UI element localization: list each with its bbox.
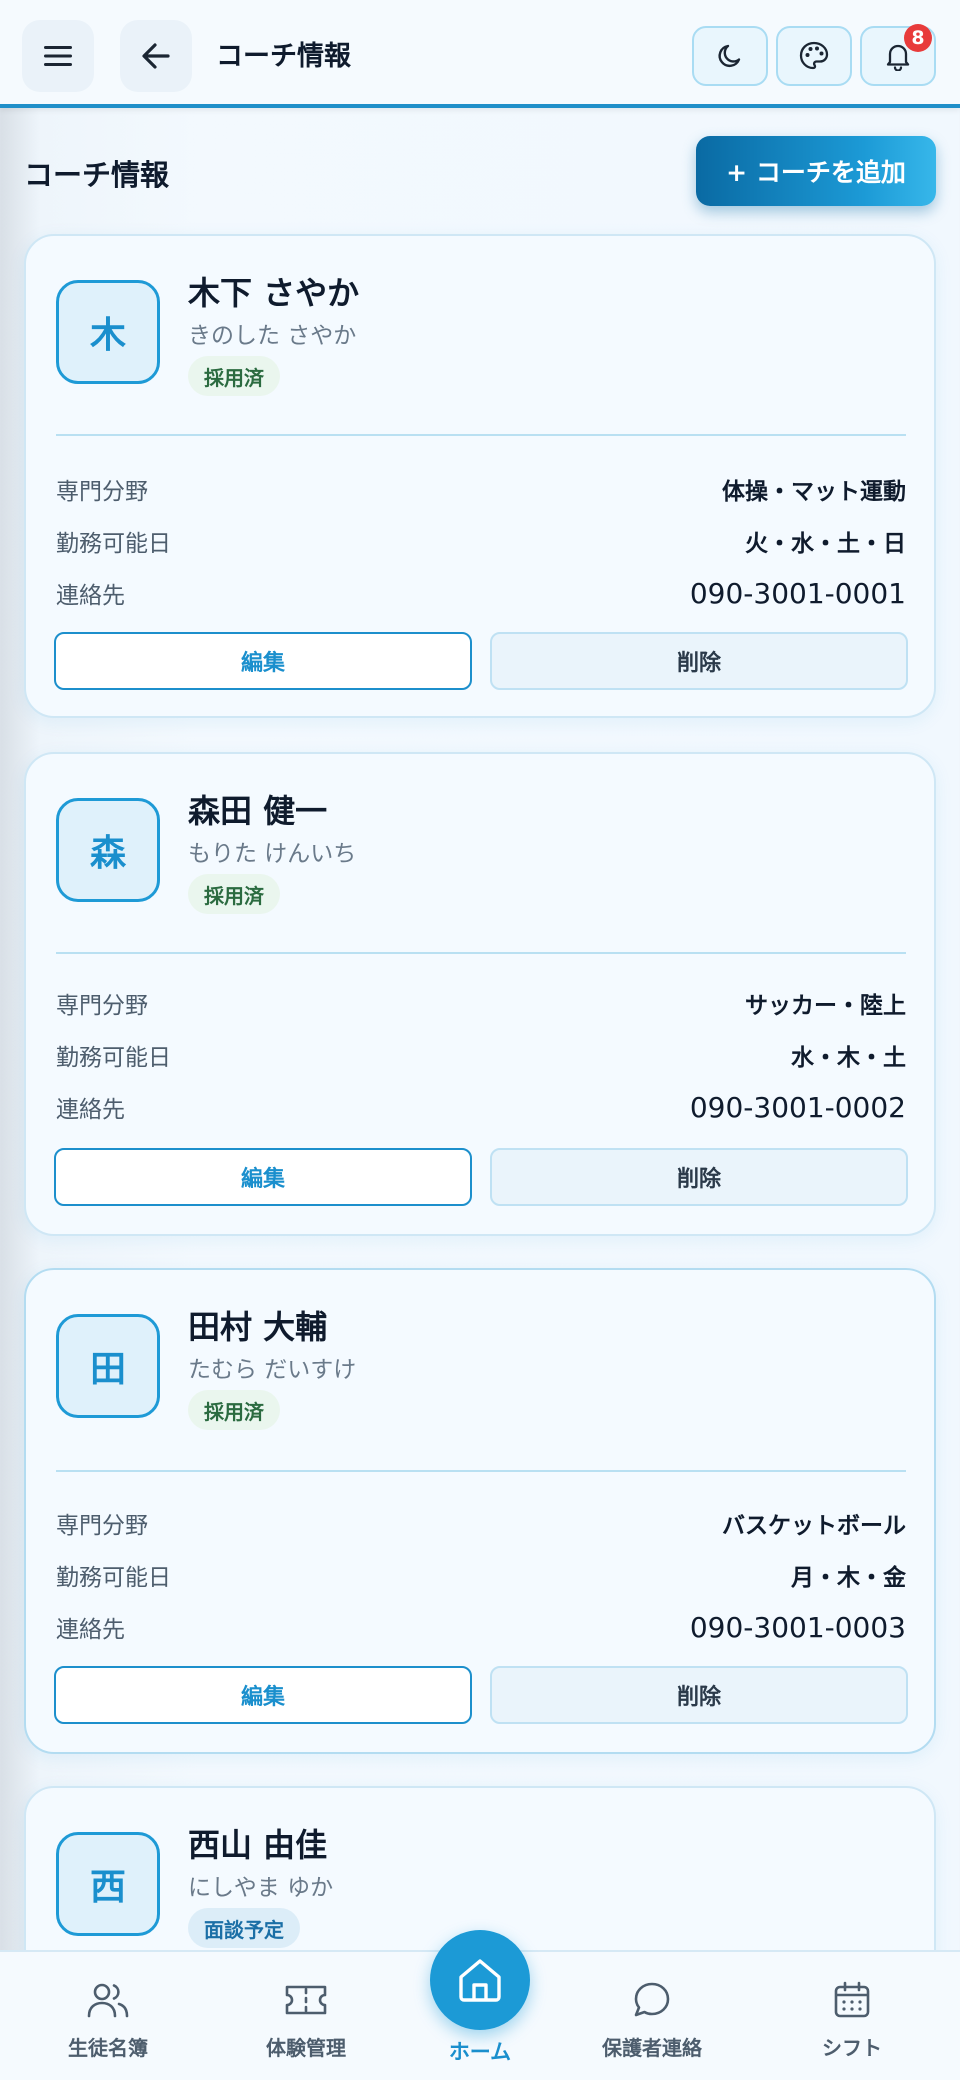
availability-label: 勤務可能日 <box>56 1045 171 1071</box>
nav-home[interactable] <box>430 1930 530 2030</box>
contact-row: 連絡先 090-3001-0001 <box>56 576 906 610</box>
status-badge: 面談予定 <box>188 1908 300 1948</box>
back-button[interactable] <box>120 20 192 92</box>
chat-bubble-icon <box>634 1982 670 2017</box>
ticket-icon <box>285 1985 327 2015</box>
status-badge: 採用済 <box>188 874 280 914</box>
coach-card: 木 木下 さやか きのした さやか 採用済 専門分野 体操・マット運動 勤務可能… <box>24 234 936 718</box>
specialty-row: 専門分野 サッカー・陸上 <box>56 986 906 1020</box>
availability-row: 勤務可能日 火・水・土・日 <box>56 524 906 558</box>
divider <box>56 434 906 436</box>
divider <box>56 1470 906 1472</box>
specialty-label: 専門分野 <box>56 993 148 1019</box>
contact-label: 連絡先 <box>56 583 125 609</box>
coach-card: 森 森田 健一 もりた けんいち 採用済 専門分野 サッカー・陸上 勤務可能日 … <box>24 752 936 1236</box>
edit-button[interactable]: 編集 <box>54 1666 472 1724</box>
coach-name: 西山 由佳 <box>188 1826 328 1864</box>
nav-label: シフト <box>822 2036 882 2060</box>
contact-row: 連絡先 090-3001-0002 <box>56 1090 906 1124</box>
nav-shift[interactable]: シフト <box>762 1952 942 2080</box>
nav-students[interactable]: 生徒名簿 <box>18 1952 198 2080</box>
specialty-row: 専門分野 体操・マット運動 <box>56 472 906 506</box>
page-title: コーチ情報 <box>24 158 170 192</box>
contact-label: 連絡先 <box>56 1097 125 1123</box>
header-title: コーチ情報 <box>216 41 351 72</box>
calendar-icon <box>834 1981 870 2018</box>
menu-button[interactable] <box>22 20 94 92</box>
specialty-label: 専門分野 <box>56 1513 148 1539</box>
availability-value: 水・木・土 <box>791 1045 906 1071</box>
edit-button[interactable]: 編集 <box>54 632 472 690</box>
status-badge: 採用済 <box>188 1390 280 1430</box>
contact-row: 連絡先 090-3001-0003 <box>56 1610 906 1644</box>
notification-badge: 8 <box>904 24 932 52</box>
availability-label: 勤務可能日 <box>56 1565 171 1591</box>
coach-kana: にしやま ゆか <box>188 1875 334 1901</box>
back-arrow-icon <box>142 43 170 69</box>
divider <box>56 952 906 954</box>
moon-icon <box>718 44 741 68</box>
contact-label: 連絡先 <box>56 1617 125 1643</box>
edit-button[interactable]: 編集 <box>54 1148 472 1206</box>
specialty-value: 体操・マット運動 <box>722 479 906 505</box>
coach-kana: もりた けんいち <box>188 841 357 867</box>
coach-kana: たむら だいすけ <box>188 1357 357 1383</box>
nav-trial[interactable]: 体験管理 <box>216 1952 396 2080</box>
specialty-value: サッカー・陸上 <box>745 993 906 1019</box>
theme-button[interactable] <box>776 26 852 86</box>
delete-button[interactable]: 削除 <box>490 1148 908 1206</box>
nav-label: 保護者連絡 <box>602 2036 702 2060</box>
avatar: 西 <box>56 1832 160 1936</box>
availability-label: 勤務可能日 <box>56 531 171 557</box>
nav-home-label: ホーム <box>448 2040 512 2064</box>
contact-value: 090-3001-0002 <box>689 1090 906 1124</box>
avatar: 木 <box>56 280 160 384</box>
status-badge: 採用済 <box>188 356 280 396</box>
notifications-button[interactable]: 8 <box>860 24 936 86</box>
delete-button[interactable]: 削除 <box>490 632 908 690</box>
avatar: 森 <box>56 798 160 902</box>
users-icon <box>87 1983 129 2018</box>
availability-row: 勤務可能日 月・木・金 <box>56 1558 906 1592</box>
home-icon <box>459 1959 501 2002</box>
delete-button[interactable]: 削除 <box>490 1666 908 1724</box>
palette-icon <box>799 41 829 70</box>
coach-kana: きのした さやか <box>188 323 357 349</box>
coach-name: 田村 大輔 <box>188 1308 328 1346</box>
nav-label: 生徒名簿 <box>68 2036 148 2060</box>
nav-parents[interactable]: 保護者連絡 <box>562 1952 742 2080</box>
app-header: コーチ情報 8 <box>0 0 960 108</box>
avatar: 田 <box>56 1314 160 1418</box>
menu-icon <box>44 46 72 66</box>
add-coach-button[interactable]: + コーチを追加 <box>696 136 936 206</box>
availability-value: 火・水・土・日 <box>745 531 906 557</box>
specialty-row: 専門分野 バスケットボール <box>56 1506 906 1540</box>
dark-mode-toggle[interactable] <box>692 26 768 86</box>
contact-value: 090-3001-0003 <box>689 1610 906 1644</box>
nav-label: 体験管理 <box>266 2036 346 2060</box>
specialty-value: バスケットボール <box>722 1513 906 1539</box>
availability-row: 勤務可能日 水・木・土 <box>56 1038 906 1072</box>
coach-card: 田 田村 大輔 たむら だいすけ 採用済 専門分野 バスケットボール 勤務可能日… <box>24 1268 936 1754</box>
availability-value: 月・木・金 <box>791 1565 906 1591</box>
specialty-label: 専門分野 <box>56 479 148 505</box>
coach-name: 森田 健一 <box>188 792 328 830</box>
contact-value: 090-3001-0001 <box>689 576 906 610</box>
coach-name: 木下 さやか <box>188 274 360 312</box>
